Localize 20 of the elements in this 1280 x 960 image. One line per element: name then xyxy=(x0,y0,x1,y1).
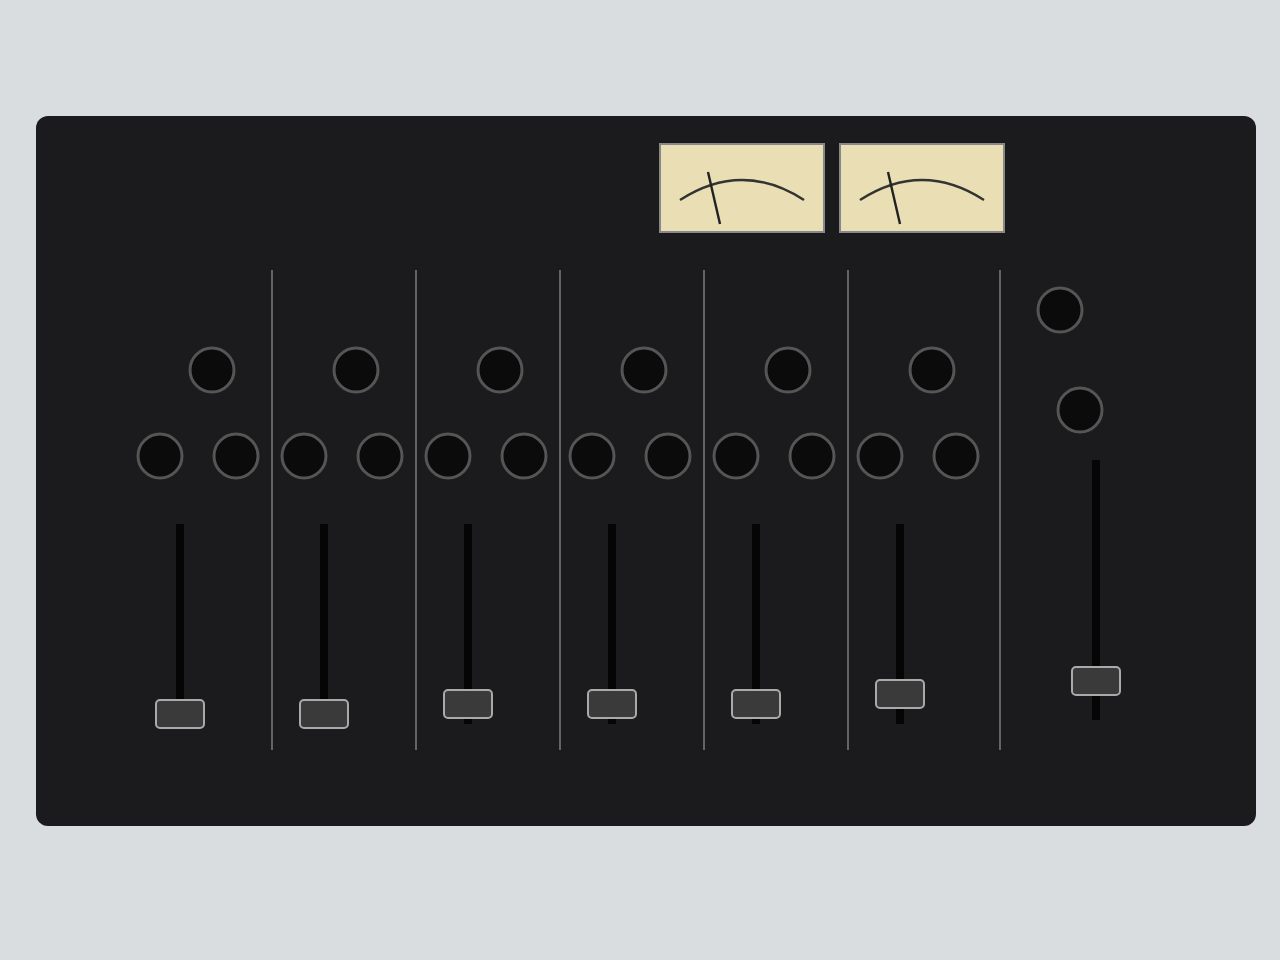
knob-icon xyxy=(908,346,956,394)
knob-icon xyxy=(476,346,524,394)
knob-icon xyxy=(764,346,812,394)
knob-icon xyxy=(136,432,184,480)
knob-icon xyxy=(332,346,380,394)
knob-icon xyxy=(500,432,548,480)
knob-icon xyxy=(1056,386,1104,434)
knob-icon xyxy=(788,432,836,480)
knob-icon xyxy=(424,432,472,480)
knob-icon xyxy=(356,432,404,480)
knob-icon xyxy=(712,432,760,480)
knob-icon xyxy=(620,346,668,394)
knob-icon xyxy=(1036,286,1084,334)
knob-icon xyxy=(568,432,616,480)
knob-icon xyxy=(280,432,328,480)
knob-icon xyxy=(932,432,980,480)
knob-icon xyxy=(188,346,236,394)
knob-icon xyxy=(856,432,904,480)
knob-icon xyxy=(644,432,692,480)
knob-icon xyxy=(212,432,260,480)
